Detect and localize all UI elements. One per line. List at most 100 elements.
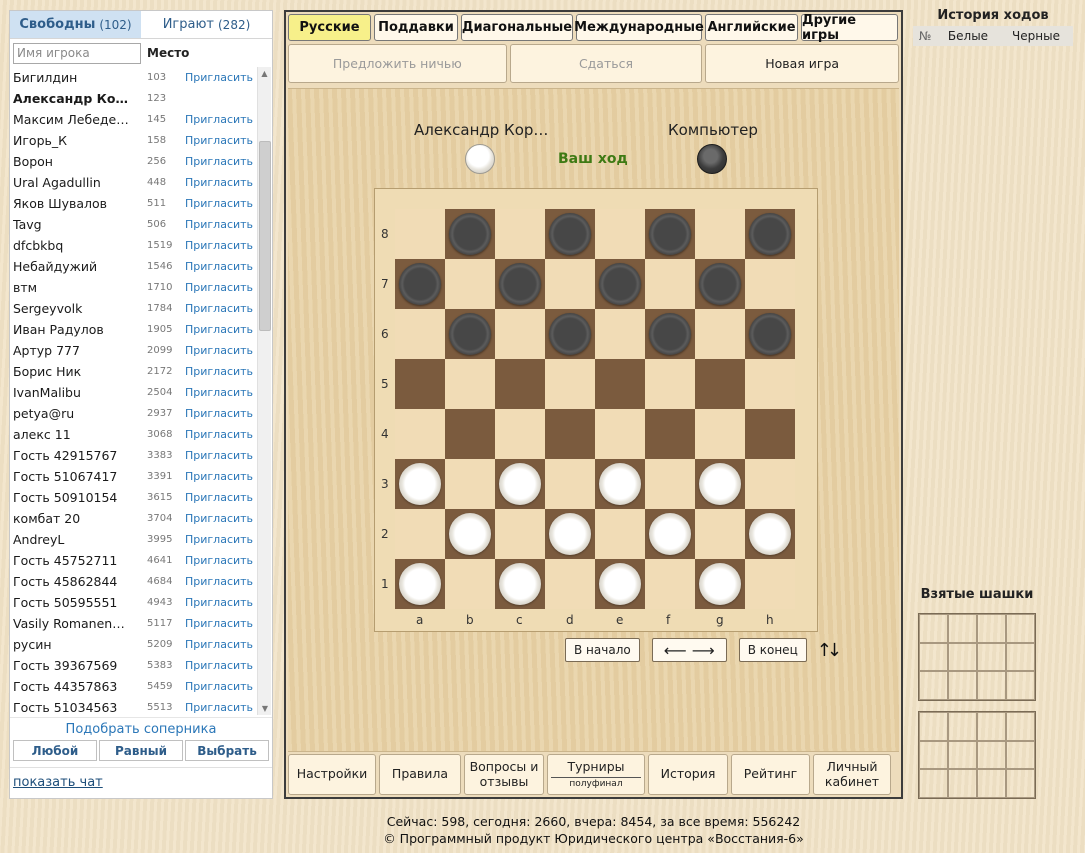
black-checker-icon[interactable] [549,213,591,255]
square-g8[interactable] [695,209,745,259]
square-b6[interactable] [445,309,495,359]
flip-board-icon[interactable]: ↑↓ [817,640,842,661]
square-b5[interactable] [445,359,495,409]
square-d4[interactable] [545,409,595,459]
player-name[interactable]: Борис Ник [13,364,147,379]
square-e5[interactable] [595,359,645,409]
player-name[interactable]: Игорь_К [13,133,147,148]
player-name[interactable]: Небайдужий [13,259,147,274]
player-name[interactable]: Яков Шувалов [13,196,147,211]
player-row[interactable]: Ural Agadullin 448 Пригласить [13,172,272,193]
offer-draw-button[interactable]: Предложить ничью [288,44,507,83]
invite-link[interactable]: Пригласить [185,239,253,252]
invite-link[interactable]: Пригласить [185,470,253,483]
tab-other-games[interactable]: Другие игры [801,13,898,43]
black-checker-icon[interactable] [649,313,691,355]
player-name[interactable]: Гость 42915767 [13,448,147,463]
player-row[interactable]: Vasily Romanen… 5117 Пригласить [13,613,272,634]
square-h1[interactable] [745,559,795,609]
player-row[interactable]: Гость 51067417 3391 Пригласить [13,466,272,487]
square-f6[interactable] [645,309,695,359]
white-checker-icon[interactable] [449,513,491,555]
player-row[interactable]: Гость 44357863 5459 Пригласить [13,676,272,697]
player-row[interactable]: комбат 20 3704 Пригласить [13,508,272,529]
square-g5[interactable] [695,359,745,409]
player-row[interactable]: Игорь_К 158 Пригласить [13,130,272,151]
black-checker-icon[interactable] [499,263,541,305]
player-name[interactable]: Бигилдин [13,70,147,85]
square-c4[interactable] [495,409,545,459]
invite-link[interactable]: Пригласить [185,365,253,378]
player-name[interactable]: Гость 51067417 [13,469,147,484]
player-name[interactable]: Sergeyvolk [13,301,147,316]
player-name[interactable]: Ворон [13,154,147,169]
square-g3[interactable] [695,459,745,509]
white-checker-icon[interactable] [549,513,591,555]
player-list-scrollbar[interactable]: ▲ ▼ [257,67,271,715]
invite-link[interactable]: Пригласить [185,659,253,672]
square-d6[interactable] [545,309,595,359]
invite-link[interactable]: Пригласить [185,638,253,651]
invite-link[interactable]: Пригласить [185,302,253,315]
resign-button[interactable]: Сдаться [509,44,703,83]
filter-any-button[interactable]: Любой [13,740,97,761]
white-checker-icon[interactable] [749,513,791,555]
player-name[interactable]: AndreyL [13,532,147,547]
square-c8[interactable] [495,209,545,259]
player-name[interactable]: Гость 50595551 [13,595,147,610]
invite-link[interactable]: Пригласить [185,491,253,504]
square-b3[interactable] [445,459,495,509]
square-e2[interactable] [595,509,645,559]
player-row[interactable]: Максим Лебеде… 145 Пригласить [13,109,272,130]
square-c7[interactable] [495,259,545,309]
player-row[interactable]: Яков Шувалов 511 Пригласить [13,193,272,214]
square-e6[interactable] [595,309,645,359]
scroll-down-icon[interactable]: ▼ [258,702,272,715]
black-checker-icon[interactable] [549,313,591,355]
square-c6[interactable] [495,309,545,359]
player-search-input[interactable] [13,42,141,64]
player-name[interactable]: Артур 777 [13,343,147,358]
square-e7[interactable] [595,259,645,309]
square-h5[interactable] [745,359,795,409]
to-end-button[interactable]: В конец [738,638,807,662]
invite-link[interactable]: Пригласить [185,113,253,126]
square-a6[interactable] [395,309,445,359]
black-checker-icon[interactable] [449,313,491,355]
player-name[interactable]: Гость 39367569 [13,658,147,673]
to-start-button[interactable]: В начало [565,638,640,662]
player-row[interactable]: Артур 777 2099 Пригласить [13,340,272,361]
square-c1[interactable] [495,559,545,609]
invite-link[interactable]: Пригласить [185,197,253,210]
square-d5[interactable] [545,359,595,409]
black-checker-icon[interactable] [699,263,741,305]
invite-link[interactable]: Пригласить [185,260,253,273]
square-f7[interactable] [645,259,695,309]
square-h4[interactable] [745,409,795,459]
white-checker-icon[interactable] [499,563,541,605]
invite-link[interactable]: Пригласить [185,449,253,462]
invite-link[interactable]: Пригласить [185,281,253,294]
square-d8[interactable] [545,209,595,259]
player-row[interactable]: Гость 51034563 5513 Пригласить [13,697,272,717]
tab-english[interactable]: Английские [705,14,798,41]
black-checker-icon[interactable] [449,213,491,255]
player-row[interactable]: алекс 11 3068 Пригласить [13,424,272,445]
square-d7[interactable] [545,259,595,309]
black-checker-icon[interactable] [749,213,791,255]
invite-link[interactable]: Пригласить [185,596,253,609]
square-b8[interactable] [445,209,495,259]
player-row[interactable]: Гость 45862844 4684 Пригласить [13,571,272,592]
player-row[interactable]: Гость 42915767 3383 Пригласить [13,445,272,466]
faq-button[interactable]: Вопросы и отзывы [464,754,544,795]
square-f8[interactable] [645,209,695,259]
white-checker-icon[interactable] [399,463,441,505]
new-game-button[interactable]: Новая игра [705,44,900,83]
square-e8[interactable] [595,209,645,259]
square-d3[interactable] [545,459,595,509]
white-checker-icon[interactable] [599,463,641,505]
square-f4[interactable] [645,409,695,459]
invite-link[interactable]: Пригласить [185,701,253,714]
player-name[interactable]: Александр Ко… [13,91,147,106]
player-row[interactable]: Гость 50910154 3615 Пригласить [13,487,272,508]
